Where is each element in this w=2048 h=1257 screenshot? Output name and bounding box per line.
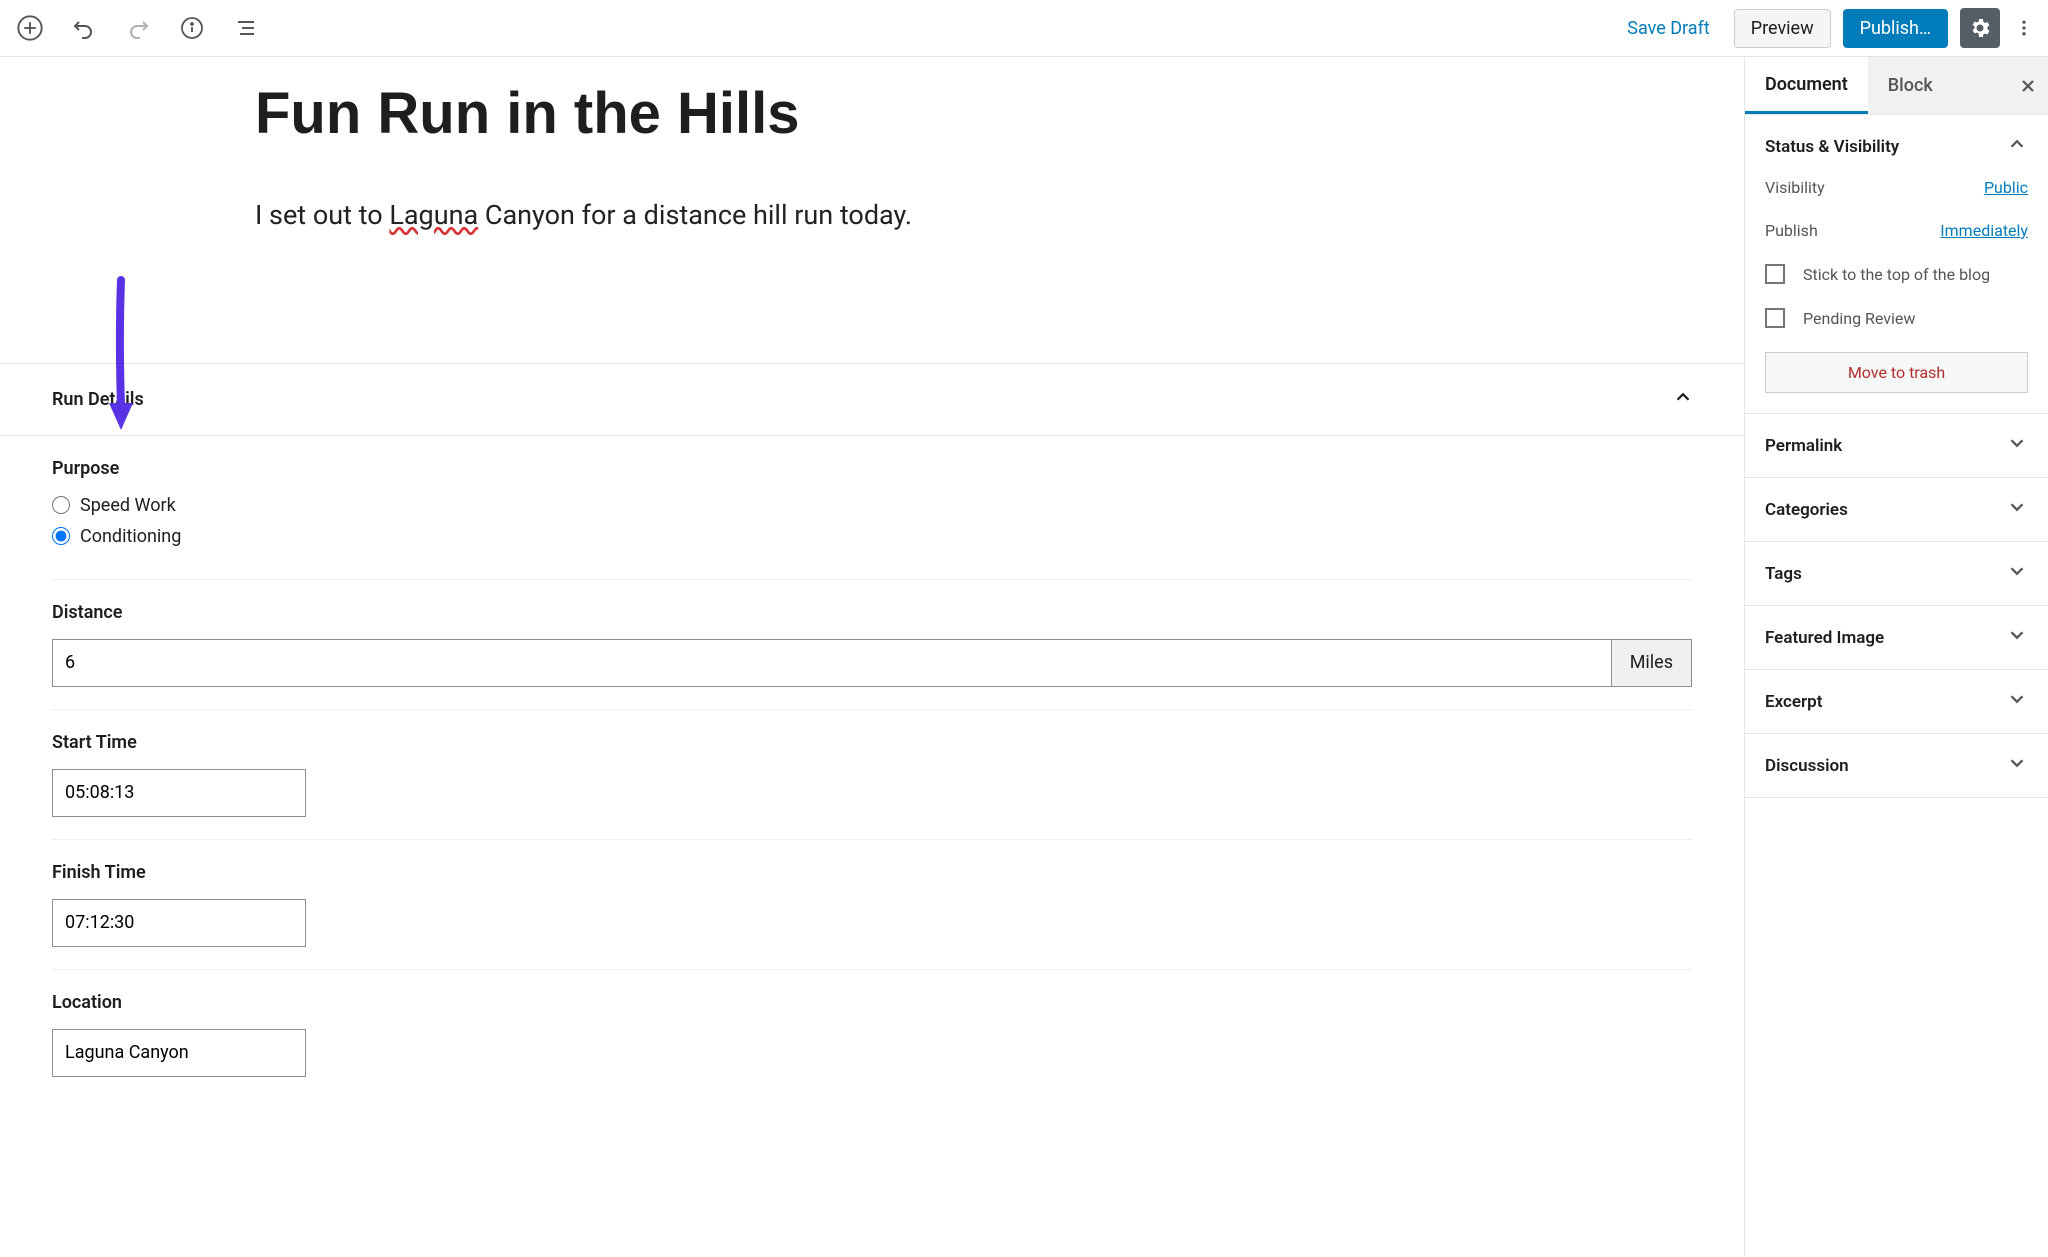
checkbox-icon[interactable] bbox=[1765, 308, 1785, 328]
radio-speed-work[interactable]: Speed Work bbox=[52, 495, 1692, 516]
post-body[interactable]: I set out to Laguna Canyon for a distanc… bbox=[0, 199, 1744, 231]
radio-input-conditioning[interactable] bbox=[52, 527, 70, 545]
close-sidebar-button[interactable] bbox=[2008, 57, 2048, 114]
chevron-up-icon bbox=[1672, 386, 1694, 413]
field-location: Location bbox=[52, 970, 1692, 1099]
panel-permalink-header[interactable]: Permalink bbox=[1745, 414, 2048, 477]
preview-button[interactable]: Preview bbox=[1734, 9, 1831, 48]
chevron-down-icon bbox=[2006, 496, 2028, 523]
field-purpose: Purpose Speed Work Conditioning bbox=[52, 436, 1692, 580]
post-title[interactable]: Fun Run in the Hills bbox=[0, 79, 1744, 149]
panel-permalink: Permalink bbox=[1745, 414, 2048, 478]
panel-categories: Categories bbox=[1745, 478, 2048, 542]
publish-button[interactable]: Publish… bbox=[1843, 9, 1948, 48]
field-start-time: Start Time bbox=[52, 710, 1692, 840]
chevron-down-icon bbox=[2006, 624, 2028, 651]
more-menu-button[interactable] bbox=[2012, 10, 2036, 46]
settings-button[interactable] bbox=[1960, 8, 2000, 48]
undo-button[interactable] bbox=[66, 10, 102, 46]
chevron-down-icon bbox=[2006, 432, 2028, 459]
tab-block[interactable]: Block bbox=[1868, 57, 1953, 114]
start-input[interactable] bbox=[52, 769, 306, 817]
stick-checkbox-row[interactable]: Stick to the top of the blog bbox=[1765, 264, 2028, 284]
panel-categories-header[interactable]: Categories bbox=[1745, 478, 2048, 541]
panel-tags-header[interactable]: Tags bbox=[1745, 542, 2048, 605]
panel-featured-header[interactable]: Featured Image bbox=[1745, 606, 2048, 669]
body-text-post: Canyon for a distance hill run today. bbox=[478, 199, 912, 231]
field-finish-time: Finish Time bbox=[52, 840, 1692, 970]
metabox-run-details: Run Details Purpose Speed Work bbox=[0, 363, 1744, 1099]
move-to-trash-button[interactable]: Move to trash bbox=[1765, 352, 2028, 393]
panel-status: Status & Visibility Visibility Public Pu… bbox=[1745, 115, 2048, 414]
panel-discussion-header[interactable]: Discussion bbox=[1745, 734, 2048, 797]
pending-checkbox-row[interactable]: Pending Review bbox=[1765, 308, 2028, 328]
panel-tags: Tags bbox=[1745, 542, 2048, 606]
panel-discussion: Discussion bbox=[1745, 734, 2048, 798]
checkbox-icon[interactable] bbox=[1765, 264, 1785, 284]
panel-excerpt-header[interactable]: Excerpt bbox=[1745, 670, 2048, 733]
distance-unit: Miles bbox=[1612, 639, 1692, 687]
sidebar-tabs: Document Block bbox=[1745, 57, 2048, 115]
spellcheck-word: Laguna bbox=[389, 199, 478, 231]
start-label: Start Time bbox=[52, 732, 1692, 753]
editor-area[interactable]: Fun Run in the Hills I set out to Laguna… bbox=[0, 57, 1744, 1257]
location-input[interactable] bbox=[52, 1029, 306, 1077]
radio-conditioning[interactable]: Conditioning bbox=[52, 526, 1692, 547]
chevron-down-icon bbox=[2006, 560, 2028, 587]
field-distance: Distance Miles bbox=[52, 580, 1692, 710]
outline-button[interactable] bbox=[228, 10, 264, 46]
panel-featured-image: Featured Image bbox=[1745, 606, 2048, 670]
publish-label: Publish bbox=[1765, 221, 1818, 240]
annotation-arrow-icon bbox=[105, 275, 139, 439]
settings-sidebar: Document Block Status & Visibility Visib… bbox=[1744, 57, 2048, 1257]
add-block-button[interactable] bbox=[12, 10, 48, 46]
tab-document[interactable]: Document bbox=[1745, 57, 1868, 114]
visibility-label: Visibility bbox=[1765, 178, 1825, 197]
body-text-pre: I set out to bbox=[255, 199, 389, 231]
save-draft-button[interactable]: Save Draft bbox=[1615, 10, 1721, 47]
radio-input-speed[interactable] bbox=[52, 496, 70, 514]
distance-input[interactable] bbox=[52, 639, 1612, 687]
panel-excerpt: Excerpt bbox=[1745, 670, 2048, 734]
top-toolbar: Save Draft Preview Publish… bbox=[0, 0, 2048, 57]
purpose-label: Purpose bbox=[52, 458, 1692, 479]
metabox-header[interactable]: Run Details bbox=[0, 364, 1744, 436]
finish-label: Finish Time bbox=[52, 862, 1692, 883]
info-button[interactable] bbox=[174, 10, 210, 46]
chevron-down-icon bbox=[2006, 752, 2028, 779]
chevron-down-icon bbox=[2006, 688, 2028, 715]
visibility-link[interactable]: Public bbox=[1984, 178, 2028, 197]
panel-status-header[interactable]: Status & Visibility bbox=[1745, 115, 2048, 178]
redo-button[interactable] bbox=[120, 10, 156, 46]
finish-input[interactable] bbox=[52, 899, 306, 947]
chevron-up-icon bbox=[2006, 133, 2028, 160]
distance-label: Distance bbox=[52, 602, 1692, 623]
publish-link[interactable]: Immediately bbox=[1940, 221, 2028, 240]
location-label: Location bbox=[52, 992, 1692, 1013]
